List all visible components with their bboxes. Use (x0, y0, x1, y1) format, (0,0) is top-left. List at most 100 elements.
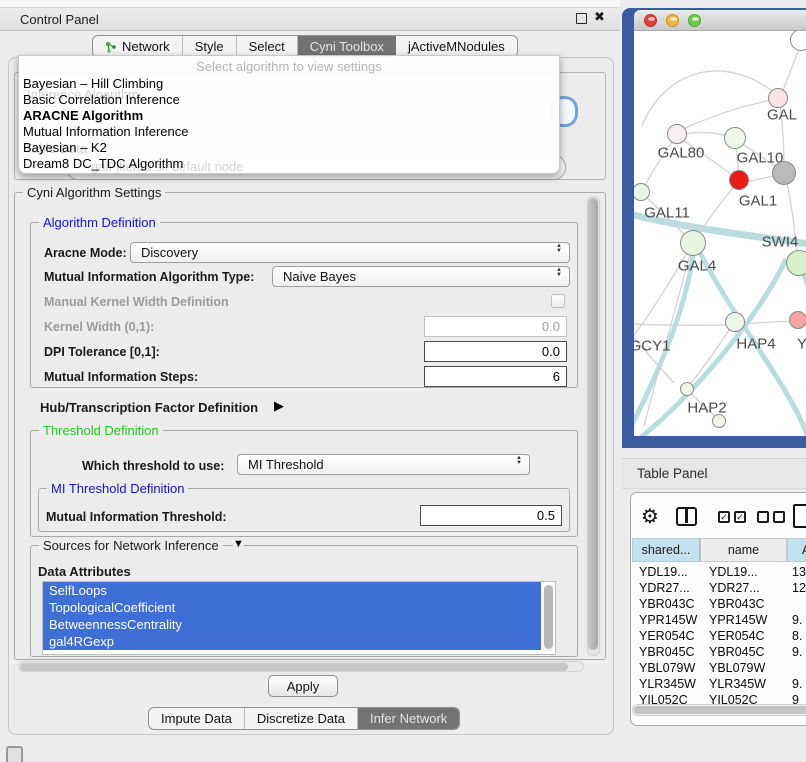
settings-scrollbar-thumb[interactable] (588, 198, 598, 650)
tab-network[interactable]: Network (93, 36, 183, 57)
gear-icon[interactable]: ⚙ (641, 504, 659, 529)
tab-label: jActiveMNodules (408, 39, 505, 54)
mi-steps-field[interactable] (424, 366, 567, 387)
table-cell: 12 (787, 580, 806, 596)
table-body: YDL19...YDL19...13YDR27...YDR27...12YBR0… (632, 564, 806, 708)
algorithm-option[interactable]: Dream8 DC_TDC Algorithm (19, 156, 559, 172)
tab-jactivemnodules[interactable]: jActiveMNodules (396, 36, 517, 57)
close-icon[interactable]: ✖ (594, 9, 605, 25)
table-cell: 9. (787, 644, 806, 660)
algorithm-option[interactable]: ARACNE Algorithm (19, 108, 559, 124)
table-row[interactable]: YBR045CYBR045C9. (632, 644, 806, 660)
network-node-gal4[interactable] (680, 230, 706, 256)
table-cell: YER054C (632, 628, 700, 644)
minimized-panel-icon[interactable] (6, 746, 23, 762)
attribute-item[interactable]: BetweennessCentrality (43, 616, 541, 633)
tab-style[interactable]: Style (183, 36, 237, 57)
mi-threshold-label: Mutual Information Threshold: (46, 510, 227, 524)
table-cell: YLR345W (632, 676, 700, 692)
dpi-tolerance-field[interactable] (424, 341, 567, 362)
aracne-mode-combo[interactable]: Discovery ▲▼ (130, 242, 570, 263)
node-label: Y (797, 336, 806, 353)
column-header[interactable]: shared... (632, 538, 700, 562)
settings-hscrollbar-thumb[interactable] (20, 663, 568, 671)
network-window-titlebar[interactable] (634, 10, 806, 31)
document-icon[interactable] (793, 504, 806, 528)
network-node-hap2[interactable] (680, 382, 694, 396)
network-node-hap4[interactable] (725, 312, 745, 332)
collapse-arrow-icon[interactable]: ▼ (233, 538, 244, 550)
data-attributes-list[interactable]: SelfLoopsTopologicalCoefficientBetweenne… (42, 581, 556, 655)
mi-type-combo[interactable]: Naive Bayes ▲▼ (272, 266, 570, 287)
network-canvas[interactable]: GALGAL80GAL10GAL1GAL11SWI4GAL4HAP4YGCY1H… (634, 31, 806, 436)
columns-icon[interactable] (676, 507, 697, 526)
network-node-y[interactable] (789, 311, 806, 329)
stepper-icon: ▲▼ (516, 456, 522, 466)
expand-arrow-icon[interactable]: ▶ (274, 398, 284, 414)
tab-cyni-toolbox[interactable]: Cyni Toolbox (298, 36, 396, 57)
manual-kernel-label: Manual Kernel Width Definition (44, 295, 229, 309)
tab-label: Impute Data (161, 711, 232, 726)
column-header[interactable]: name (700, 538, 787, 562)
zoom-traffic-light[interactable] (688, 14, 701, 27)
network-node-gal[interactable] (768, 88, 788, 108)
node-label: GCY1 (634, 338, 670, 355)
mi-threshold-field[interactable] (420, 505, 562, 526)
network-node-gal1[interactable] (729, 170, 749, 190)
tab-impute-data[interactable]: Impute Data (149, 708, 245, 729)
table-cell: YBR043C (632, 596, 700, 612)
network-node-swi4[interactable] (786, 250, 806, 276)
table-hscrollbar-thumb[interactable] (634, 706, 806, 714)
algorithm-option[interactable]: Bayesian – Hill Climbing (19, 76, 559, 92)
close-traffic-light[interactable] (644, 14, 657, 27)
algorithm-option[interactable]: Mutual Information Inference (19, 124, 559, 140)
table-cell: YER054C (700, 628, 787, 644)
manual-kernel-checkbox[interactable] (551, 294, 565, 308)
tab-select[interactable]: Select (237, 36, 298, 57)
kernel-width-field[interactable] (424, 316, 567, 337)
dropdown-options: Bayesian – Hill ClimbingBasic Correlatio… (19, 76, 559, 172)
table-cell: YDL19... (700, 564, 787, 580)
attribute-item[interactable]: SelfLoops (43, 582, 541, 599)
network-node[interactable] (772, 161, 796, 185)
groupbox-title: Threshold Definition (39, 423, 163, 438)
column-header[interactable]: A (787, 538, 806, 562)
table-row[interactable]: YPR145WYPR145W9. (632, 612, 806, 628)
list-scrollbar-track[interactable] (543, 584, 554, 652)
groupbox-title: Sources for Network Inference (39, 538, 223, 553)
table-panel-title: Table Panel (637, 466, 708, 481)
table-cell (787, 596, 806, 612)
select-all-columns-icon[interactable]: ✓✓ (718, 511, 746, 523)
table-row[interactable]: YBR043CYBR043C (632, 596, 806, 612)
groupbox-title: Cyni Algorithm Settings (23, 185, 165, 200)
apply-button[interactable]: Apply (268, 675, 338, 697)
tab-infer-network[interactable]: Infer Network (358, 708, 459, 729)
deselect-all-columns-icon[interactable] (757, 511, 785, 523)
node-label: GAL80 (658, 145, 705, 162)
attribute-item[interactable]: TopologicalCoefficient (43, 599, 541, 616)
kernel-width-label: Kernel Width (0,1): (44, 320, 154, 334)
tab-discretize-data[interactable]: Discretize Data (245, 708, 358, 729)
minimize-traffic-light[interactable] (666, 14, 679, 27)
tab-label: Style (195, 39, 224, 54)
algorithm-option[interactable]: Bayesian – K2 (19, 140, 559, 156)
network-node-gal10[interactable] (724, 127, 746, 149)
list-scrollbar-thumb[interactable] (544, 585, 553, 649)
network-node-gal80[interactable] (667, 124, 687, 144)
table-row[interactable]: YBL079WYBL079W (632, 660, 806, 676)
table-row[interactable]: YDR27...YDR27...12 (632, 580, 806, 596)
attribute-item[interactable]: gal4RGexp (43, 633, 541, 650)
hub-definition-label: Hub/Transcription Factor Definition (40, 400, 258, 415)
float-window-icon[interactable] (576, 13, 587, 24)
tab-label: Network (122, 39, 170, 54)
tab-label: Cyni Toolbox (310, 39, 384, 54)
table-row[interactable]: YER054CYER054C8. (632, 628, 806, 644)
network-icon (105, 41, 117, 53)
network-node[interactable] (712, 414, 726, 428)
which-threshold-combo[interactable]: MI Threshold ▲▼ (237, 454, 530, 475)
table-row[interactable]: YDL19...YDL19...13 (632, 564, 806, 580)
stepper-icon: ▲▼ (556, 268, 562, 278)
table-row[interactable]: YLR345WYLR345W9. (632, 676, 806, 692)
algorithm-option[interactable]: Basic Correlation Inference (19, 92, 559, 108)
dpi-tolerance-label: DPI Tolerance [0,1]: (44, 345, 160, 359)
